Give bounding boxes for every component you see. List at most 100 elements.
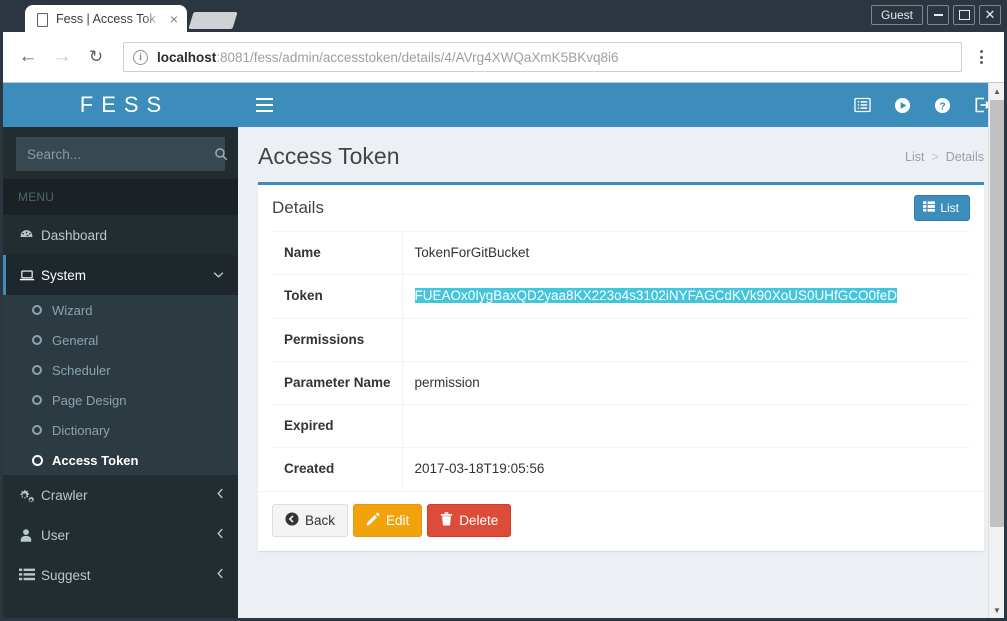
scrollbar-thumb[interactable] [990,100,1004,527]
back-button[interactable]: Back [272,503,349,537]
sidebar: FESS MENU [3,83,238,618]
browser-window: Fess | Access Tok × Guest ✕ ← → ↻ i loca… [0,0,1007,621]
table-row: Expired [272,404,970,448]
search-icon[interactable] [214,138,228,170]
sidebar-subitem-label: Wizard [52,302,93,318]
row-label: Name [272,231,403,275]
sidebar-item-dictionary[interactable]: Dictionary [3,415,238,445]
table-row: Created 2017-03-18T19:05:56 [272,447,970,491]
list-button[interactable]: List [914,195,970,221]
url-text: localhost:8081/fess/admin/accesstoken/de… [157,50,618,65]
row-label: Expired [272,404,403,448]
menu-section-header: MENU [3,179,238,215]
th-list-icon [923,201,936,215]
sidebar-item-label: Dashboard [41,227,108,243]
close-button[interactable]: ✕ [979,5,1001,25]
page-body: FESS MENU [3,83,1004,618]
sidebar-item-page-design[interactable]: Page Design [3,385,238,415]
sidebar-item-wizard[interactable]: Wizard [3,295,238,325]
url-path: :8081/fess/admin/accesstoken/details/4/A… [216,49,619,65]
table-row: Token FUEAOx0IygBaxQD2yaa8KX223o4s3102iN… [272,274,970,318]
row-value[interactable]: FUEAOx0IygBaxQD2yaa8KX223o4s3102iNYFAGCd… [402,275,970,318]
svg-text:?: ? [939,101,945,112]
details-card: Details List Name TokenForGitBucket Toke… [258,182,984,551]
reload-icon[interactable]: ↻ [81,42,111,72]
sidebar-item-system[interactable]: System [3,255,238,295]
page-favicon-icon [35,12,49,27]
list-alt-icon[interactable] [842,83,882,127]
vertical-scrollbar[interactable]: ▲ ▼ [988,83,1004,618]
chevron-left-icon [217,568,224,582]
browser-menu-icon[interactable] [968,42,994,72]
trash-icon [440,511,453,529]
scroll-down-icon[interactable]: ▼ [989,602,1004,618]
breadcrumb-link-list[interactable]: List [905,150,924,164]
sidebar-item-crawler[interactable]: Crawler [3,475,238,515]
dashboard-icon [19,228,41,243]
gears-icon [19,488,41,503]
table-row: Permissions [272,318,970,362]
breadcrumb-separator: > [931,149,939,164]
edit-button-label: Edit [386,512,410,528]
sidebar-item-general[interactable]: General [3,325,238,355]
search-box[interactable] [16,137,228,171]
chevron-left-icon [217,528,224,542]
tab-title: Fess | Access Tok [56,11,156,26]
row-label: Permissions [272,318,403,362]
main-content: ? Access Token List > Details Details Li… [238,83,1004,618]
card-title: Details [272,198,324,217]
question-circle-icon[interactable]: ? [922,83,962,127]
url-host: localhost [157,49,217,65]
sidebar-item-access-token[interactable]: Access Token [3,445,238,475]
brand-logo[interactable]: FESS [3,83,238,127]
sidebar-item-dashboard[interactable]: Dashboard [3,215,238,255]
guest-profile-button[interactable]: Guest [870,5,923,25]
delete-button[interactable]: Delete [427,503,512,537]
list-button-label: List [940,201,959,215]
page-title: Access Token [258,143,400,169]
row-label: Created [272,447,403,491]
search-input[interactable] [17,146,214,162]
sidebar-item-label: Crawler [41,487,88,503]
arrow-circle-left-icon [285,511,299,529]
table-row: Name TokenForGitBucket [272,231,970,275]
sidebar-item-label: System [41,267,87,283]
sidebar-search [3,127,238,179]
circle-o-icon [32,335,52,345]
row-label: Parameter Name [272,361,403,405]
list-icon [19,568,41,582]
circle-o-icon [32,454,52,466]
card-body: Name TokenForGitBucket Token FUEAOx0IygB… [258,231,984,491]
circle-o-icon [32,365,52,375]
title-bar: Fess | Access Tok × Guest ✕ [3,3,1004,32]
forward-icon[interactable]: → [47,42,77,72]
sidebar-toggle-icon[interactable] [252,88,286,122]
brand-text: FESS [79,92,170,117]
maximize-button[interactable] [953,5,975,25]
sidebar-item-user[interactable]: User [3,515,238,555]
details-table: Name TokenForGitBucket Token FUEAOx0IygB… [272,231,970,491]
system-submenu: Wizard General Scheduler Page Design Dic… [3,295,238,475]
delete-button-label: Delete [459,512,499,528]
sidebar-item-scheduler[interactable]: Scheduler [3,355,238,385]
back-icon[interactable]: ← [13,42,43,72]
sidebar-subitem-label: Dictionary [52,422,110,438]
play-circle-icon[interactable] [882,83,922,127]
scroll-up-icon[interactable]: ▲ [989,83,1004,99]
laptop-icon [19,268,41,283]
token-selected-text[interactable]: FUEAOx0IygBaxQD2yaa8KX223o4s3102iNYFAGCd… [414,288,897,304]
browser-toolbar: ← → ↻ i localhost:8081/fess/admin/access… [3,32,1004,83]
tab-close-icon[interactable]: × [167,12,181,26]
row-value: 2017-03-18T19:05:56 [414,461,545,477]
browser-tab[interactable]: Fess | Access Tok × [25,5,187,32]
site-info-icon[interactable]: i [133,49,148,65]
edit-button[interactable]: Edit [353,503,423,537]
minimize-button[interactable] [927,5,949,25]
address-bar[interactable]: i localhost:8081/fess/admin/accesstoken/… [123,42,962,72]
window-controls: Guest ✕ [870,5,1001,25]
top-navbar: ? [238,83,1004,127]
new-tab-button[interactable] [188,12,238,29]
sidebar-item-suggest[interactable]: Suggest [3,555,238,595]
breadcrumb-current: Details [945,149,984,164]
sidebar-subitem-label: Access Token [52,452,139,468]
